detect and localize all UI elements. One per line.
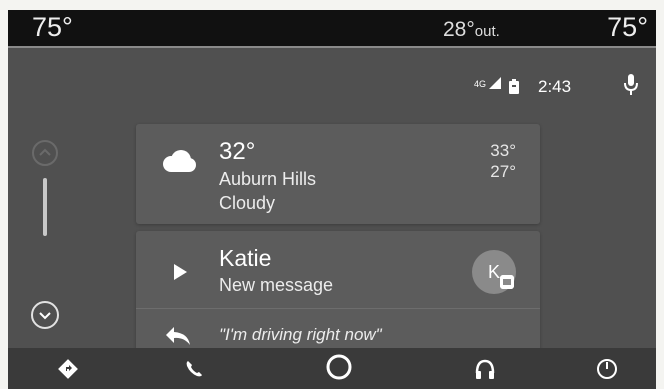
outside-label: out. bbox=[474, 23, 500, 40]
scroll-up-button[interactable] bbox=[32, 140, 58, 166]
message-badge-icon bbox=[500, 275, 514, 289]
android-auto-screen: 75° 28°out. 75° 4G 2:43 32° Auburn Hills… bbox=[8, 10, 656, 389]
headphones-icon[interactable] bbox=[473, 357, 497, 381]
home-icon[interactable] bbox=[324, 352, 354, 382]
chevron-down-icon bbox=[39, 312, 51, 320]
passenger-temperature[interactable]: 75° bbox=[607, 12, 648, 43]
outside-temperature-value: 28° bbox=[443, 18, 475, 41]
current-temperature: 32° bbox=[219, 138, 256, 165]
weather-card[interactable]: 32° Auburn Hills Cloudy 33° 27° bbox=[136, 124, 540, 224]
battery-icon bbox=[509, 79, 519, 94]
low-temperature: 27° bbox=[490, 162, 516, 181]
message-subtitle: New message bbox=[219, 275, 334, 295]
driver-temperature[interactable]: 75° bbox=[32, 12, 73, 43]
outside-temperature: 28°out. bbox=[443, 18, 500, 42]
signal-label: 4G bbox=[474, 79, 487, 89]
climate-bar: 75° 28°out. 75° bbox=[8, 10, 656, 46]
scroll-indicator[interactable] bbox=[43, 178, 47, 236]
message-card[interactable]: Katie New message K "I'm driving right n… bbox=[136, 231, 540, 351]
weather-condition: Cloudy bbox=[219, 193, 276, 213]
exit-icon[interactable] bbox=[595, 357, 619, 381]
phone-icon[interactable] bbox=[182, 357, 206, 381]
clock: 2:43 bbox=[538, 77, 572, 96]
signal-indicator: 4G bbox=[474, 77, 501, 89]
signal-icon bbox=[488, 77, 501, 89]
quick-reply-text[interactable]: "I'm driving right now" bbox=[219, 325, 382, 345]
cloud-icon bbox=[163, 150, 196, 172]
message-divider bbox=[136, 308, 540, 309]
high-temperature: 33° bbox=[490, 141, 516, 160]
navigation-icon[interactable] bbox=[56, 357, 80, 381]
microphone-icon[interactable] bbox=[624, 74, 638, 96]
reply-icon[interactable] bbox=[164, 325, 192, 347]
scroll-down-button[interactable] bbox=[31, 301, 59, 329]
bottom-navigation bbox=[8, 348, 656, 389]
play-icon[interactable] bbox=[172, 263, 188, 281]
weather-location: Auburn Hills bbox=[219, 169, 317, 189]
climate-divider bbox=[8, 46, 656, 48]
message-sender: Katie bbox=[219, 245, 272, 271]
chevron-up-icon bbox=[39, 148, 51, 156]
